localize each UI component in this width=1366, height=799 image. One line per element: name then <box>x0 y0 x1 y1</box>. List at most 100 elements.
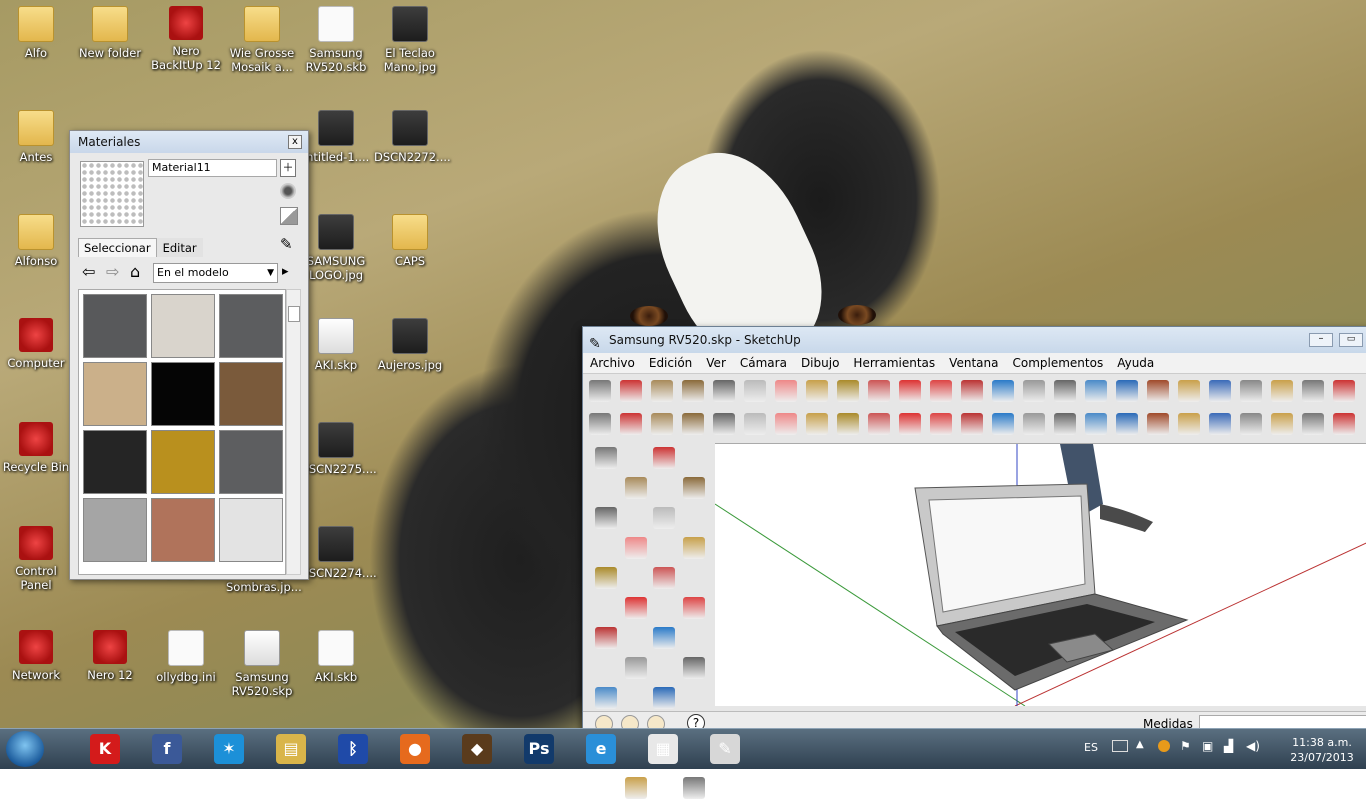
zoom-icon[interactable] <box>625 537 647 559</box>
desktop-icon[interactable]: Samsung RV520.skb <box>300 0 372 74</box>
taskbar-photoshop-button[interactable]: Ps <box>514 732 564 766</box>
axes-icon[interactable] <box>653 687 675 709</box>
taskbar-firefox-button[interactable]: ● <box>390 732 440 766</box>
clock[interactable]: 11:38 a.m. 23/07/2013 <box>1282 735 1362 765</box>
tab-select[interactable]: Seleccionar <box>78 238 157 257</box>
tape-measure-icon[interactable] <box>653 627 675 649</box>
zoom-extents-icon[interactable] <box>1085 380 1107 402</box>
save-icon[interactable] <box>1023 413 1045 435</box>
zoom-icon[interactable] <box>1054 380 1076 402</box>
menu-item[interactable]: Ayuda <box>1110 356 1161 370</box>
material-swatch[interactable] <box>83 362 147 426</box>
cut-icon[interactable] <box>1054 413 1076 435</box>
arc-icon[interactable] <box>683 777 705 799</box>
chevron-up-icon[interactable]: ▲ <box>1136 739 1144 750</box>
right-icon[interactable] <box>682 413 704 435</box>
push-pull-icon[interactable] <box>653 447 675 469</box>
pencil-icon[interactable] <box>620 380 642 402</box>
tool-icon[interactable] <box>1302 413 1324 435</box>
3d-warehouse-icon[interactable] <box>1178 380 1200 402</box>
desktop-icon[interactable]: Aujeros.jpg <box>374 312 446 372</box>
desktop-icon[interactable]: Computer <box>0 312 72 370</box>
copy-icon[interactable] <box>1085 413 1107 435</box>
rotate-icon[interactable] <box>595 507 617 529</box>
desktop-icon[interactable]: El Teclao Mano.jpg <box>374 0 446 74</box>
menu-item[interactable]: Ver <box>699 356 733 370</box>
tool-icon[interactable] <box>1333 413 1355 435</box>
tray-app-icon[interactable] <box>1158 740 1170 752</box>
drawing-canvas[interactable] <box>715 443 1366 706</box>
desktop-icon[interactable]: Nero 12 <box>74 624 146 682</box>
previous-icon[interactable] <box>625 597 647 619</box>
desktop-icon[interactable]: Antes <box>0 104 72 164</box>
menu-item[interactable]: Complementos <box>1005 356 1110 370</box>
desktop-icon[interactable]: Alfo <box>0 0 72 60</box>
protractor-icon[interactable] <box>595 687 617 709</box>
menu-item[interactable]: Herramientas <box>846 356 942 370</box>
menu-item[interactable]: Archivo <box>583 356 642 370</box>
follow-me-icon[interactable] <box>653 507 675 529</box>
desktop-icon[interactable]: Recycle Bin <box>0 416 72 474</box>
undo-icon[interactable] <box>1178 413 1200 435</box>
tool-icon[interactable] <box>1271 413 1293 435</box>
default-material-icon[interactable] <box>280 207 298 225</box>
eraser-icon[interactable] <box>775 380 797 402</box>
scrollbar-thumb[interactable] <box>288 306 300 322</box>
taskbar-document-button[interactable]: ▦ <box>638 732 688 766</box>
top-icon[interactable] <box>620 413 642 435</box>
dimension-icon[interactable] <box>625 657 647 679</box>
taskbar-explorer-button[interactable]: ▤ <box>266 732 316 766</box>
minimize-button[interactable]: – <box>1309 333 1333 347</box>
text-icon[interactable] <box>683 657 705 679</box>
redo-icon[interactable] <box>1209 413 1231 435</box>
move-icon[interactable] <box>595 447 617 469</box>
left-icon[interactable] <box>744 413 766 435</box>
material-swatch[interactable] <box>219 362 283 426</box>
paste-icon[interactable] <box>1116 413 1138 435</box>
back-icon[interactable] <box>713 413 735 435</box>
xray-icon[interactable] <box>806 413 828 435</box>
pan-icon[interactable] <box>1023 380 1045 402</box>
rotate-icon[interactable] <box>930 380 952 402</box>
create-material-icon[interactable]: ＋ <box>280 159 296 177</box>
language-indicator[interactable]: ES <box>1084 741 1098 754</box>
iso-icon[interactable] <box>589 413 611 435</box>
taskbar-k-app-button[interactable]: K <box>80 732 130 766</box>
desktop-icon[interactable]: DSCN2274.... <box>300 520 377 580</box>
select-icon[interactable] <box>589 380 611 402</box>
menu-item[interactable]: Dibujo <box>794 356 846 370</box>
back-edges-icon[interactable] <box>837 413 859 435</box>
tape-measure-icon[interactable] <box>806 380 828 402</box>
arc-icon[interactable] <box>713 380 735 402</box>
taskbar-ie-button[interactable]: e <box>576 732 626 766</box>
back-arrow-icon[interactable]: ⇦ <box>82 262 95 281</box>
desktop-icon[interactable]: New folder <box>74 0 146 60</box>
offset-icon[interactable] <box>653 567 675 589</box>
material-swatch[interactable] <box>83 498 147 562</box>
paint-bucket-icon[interactable] <box>837 380 859 402</box>
rectangle-icon[interactable] <box>651 380 673 402</box>
details-arrow-icon[interactable]: ▸ <box>282 264 289 279</box>
eyedropper-icon[interactable]: ✎ <box>280 235 293 253</box>
push-pull-icon[interactable] <box>868 380 890 402</box>
follow-me-icon[interactable] <box>961 380 983 402</box>
close-button[interactable]: x <box>288 135 302 149</box>
material-swatch[interactable] <box>219 498 283 562</box>
collection-select[interactable]: En el modelo ▼ <box>153 263 278 283</box>
desktop-icon[interactable]: ollydbg.ini <box>150 624 222 684</box>
desktop-icon[interactable]: Intitled-1.... <box>300 104 372 164</box>
share-icon[interactable] <box>1240 380 1262 402</box>
desktop-icon[interactable]: Network <box>0 624 72 682</box>
material-swatch[interactable] <box>83 294 147 358</box>
circle-icon[interactable] <box>682 380 704 402</box>
desktop-icon[interactable]: SAMSUNG LOGO.jpg <box>300 208 372 282</box>
material-swatch[interactable] <box>219 430 283 494</box>
device-icon[interactable]: ▣ <box>1202 739 1213 753</box>
export-icon[interactable] <box>1116 380 1138 402</box>
orbit-icon[interactable] <box>992 380 1014 402</box>
tab-edit[interactable]: Editar <box>156 238 203 257</box>
previous-icon[interactable] <box>1271 380 1293 402</box>
home-icon[interactable]: ⌂ <box>130 262 140 281</box>
material-swatch[interactable] <box>151 430 215 494</box>
eraser-icon[interactable] <box>744 380 766 402</box>
